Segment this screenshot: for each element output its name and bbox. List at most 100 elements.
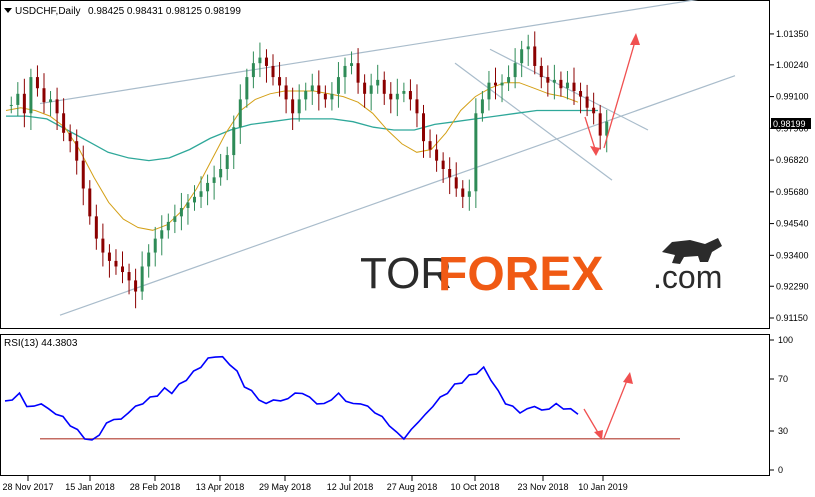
date-tick-label: 10 Jan 2019 <box>578 482 628 492</box>
rsi-panel-frame <box>0 334 770 476</box>
date-tick-label: 12 Jul 2018 <box>327 482 374 492</box>
candle-body <box>330 93 334 100</box>
candle-body <box>147 252 151 267</box>
candle-body <box>278 77 282 86</box>
candle-body <box>173 216 177 222</box>
chart-canvas: TOR FOREX .com USDCHF,Daily 0.98425 0.98… <box>0 0 811 492</box>
candle-body <box>474 113 478 192</box>
candle-body <box>271 65 275 78</box>
candle-body <box>369 85 373 94</box>
candle-body <box>480 99 484 114</box>
candle-body <box>297 99 301 114</box>
candle-body <box>29 77 33 114</box>
candle-body <box>310 85 314 92</box>
price-tick-label: 0.95680 <box>776 187 809 197</box>
date-tick-label: 23 Nov 2018 <box>517 482 568 492</box>
rsi-label: RSI(13) 44.3803 <box>4 338 78 349</box>
candle-body <box>22 93 26 114</box>
rsi-tick-label: 70 <box>778 374 788 384</box>
price-tick-label: 0.94540 <box>776 219 809 229</box>
candle-body <box>35 77 39 89</box>
candle-body <box>559 79 563 89</box>
candle-body <box>343 65 347 78</box>
candle-body <box>382 79 386 94</box>
candle-body <box>212 177 216 183</box>
price-tick-label: 0.92290 <box>776 281 809 291</box>
candle-body <box>9 104 13 106</box>
candle-body <box>160 230 164 239</box>
candle-body <box>435 149 439 161</box>
candle-body <box>88 188 92 217</box>
candle-body <box>179 207 183 217</box>
candle-body <box>389 93 393 100</box>
candle-body <box>487 82 491 100</box>
watermark-com: .com <box>653 259 722 295</box>
candle-body <box>62 113 66 133</box>
candle-body <box>186 202 190 208</box>
candle-body <box>572 82 576 92</box>
date-tick-label: 29 May 2018 <box>259 482 311 492</box>
date-tick-label: 13 Apr 2018 <box>196 482 245 492</box>
candle-body <box>402 91 406 94</box>
candle-body <box>336 77 340 94</box>
candle-body <box>304 91 308 100</box>
candle-body <box>376 79 380 86</box>
candle-body <box>546 77 550 83</box>
candle-body <box>101 238 105 253</box>
candle-body <box>284 85 288 100</box>
rsi-tick-label: 0 <box>778 465 783 475</box>
candle-body <box>251 63 255 78</box>
candle-body <box>592 107 596 114</box>
candle-body <box>598 113 602 136</box>
candle-body <box>539 65 543 78</box>
candle-body <box>291 99 295 114</box>
watermark-forex: FOREX <box>438 248 603 301</box>
candle-body <box>114 260 118 267</box>
price-tick-label: 1.00240 <box>776 60 809 70</box>
candle-body <box>356 63 360 83</box>
current-price-text: 0.98199 <box>773 119 806 129</box>
candle-body <box>350 63 354 66</box>
price-tick-label: 0.91150 <box>776 313 808 323</box>
candle-body <box>526 46 530 50</box>
candle-body <box>448 169 452 178</box>
date-tick-label: 28 Nov 2017 <box>2 482 53 492</box>
price-tick-label: 0.96820 <box>776 155 809 165</box>
candle-body <box>513 63 517 78</box>
candle-body <box>264 57 268 66</box>
candle-body <box>415 99 419 114</box>
candle-body <box>258 57 262 64</box>
candle-body <box>395 93 399 100</box>
candle-body <box>520 49 524 64</box>
candle-body <box>323 93 327 100</box>
candle-body <box>552 79 556 83</box>
chart-header: USDCHF,Daily 0.98425 0.98431 0.98125 0.9… <box>4 6 241 17</box>
candle-body <box>225 155 229 169</box>
candle-body <box>134 280 138 292</box>
price-axis: 1.013501.002400.991000.979600.968200.956… <box>770 29 809 323</box>
current-price-badge: 0.98199 <box>771 118 811 129</box>
candle-body <box>565 82 569 89</box>
candle-body <box>245 77 249 100</box>
candle-body <box>579 91 583 97</box>
price-tick-label: 0.99100 <box>776 92 809 102</box>
date-tick-label: 10 Oct 2018 <box>450 482 499 492</box>
candle-body <box>408 91 412 100</box>
candle-body <box>121 266 125 273</box>
candle-body <box>49 99 53 103</box>
candle-body <box>127 272 131 281</box>
rsi-axis: 100 70 30 0 <box>770 335 793 475</box>
rsi-tick-label: 30 <box>778 426 788 436</box>
symbol-label: USDCHF,Daily <box>15 6 81 17</box>
candle-body <box>232 127 236 156</box>
candle-body <box>107 252 111 261</box>
candle-body <box>363 82 367 94</box>
candle-body <box>493 82 497 86</box>
date-axis: 28 Nov 2017 15 Jan 2018 28 Feb 2018 13 Apr … <box>2 476 628 492</box>
candle-body <box>500 82 504 86</box>
candle-body <box>166 221 170 231</box>
candle-body <box>422 113 426 142</box>
candle-body <box>192 196 196 203</box>
candle-body <box>42 88 46 103</box>
candle-body <box>238 99 242 128</box>
